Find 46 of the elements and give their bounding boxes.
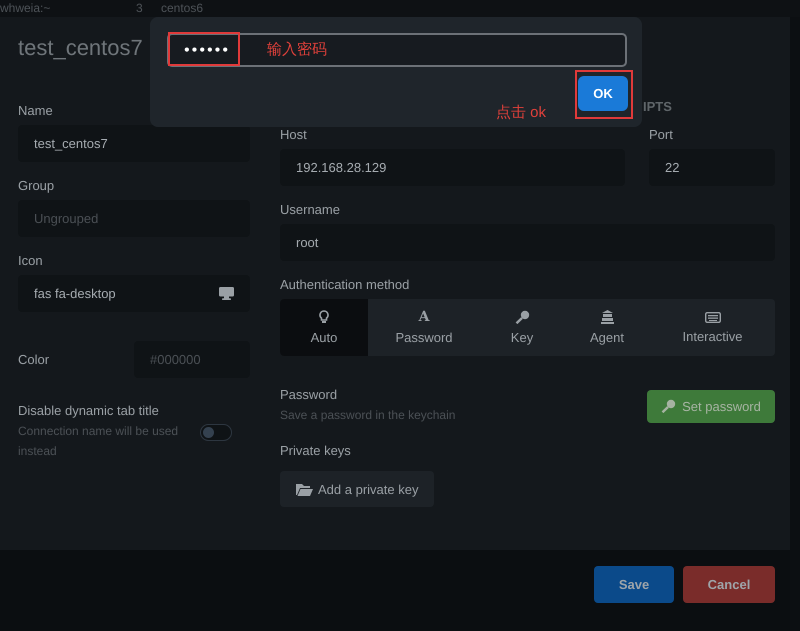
background-tab-label: 3 — [136, 1, 143, 15]
background-tab-label: centos6 — [161, 1, 204, 15]
add-private-key-button[interactable]: Add a private key — [280, 471, 434, 507]
toggle-switch[interactable] — [200, 424, 232, 440]
field-label: Host — [280, 127, 308, 143]
name-field[interactable]: test_centos7 — [18, 125, 250, 162]
color-field[interactable]: #000000 — [134, 341, 250, 378]
highlight-frame — [168, 32, 240, 66]
monitor-icon — [219, 287, 234, 300]
key-icon — [514, 310, 530, 324]
password-hint: Save a password in the keychain — [280, 407, 456, 424]
annotation-text: 点击 ok — [496, 103, 546, 122]
host-field[interactable]: 192.168.28.129 — [280, 149, 625, 186]
ok-button[interactable]: OK — [578, 76, 628, 111]
group-field[interactable]: Ungrouped — [18, 200, 250, 237]
field-label: Color — [18, 352, 50, 368]
auth-method-tab[interactable]: Key — [480, 299, 564, 356]
keyboard-icon — [704, 312, 720, 322]
private-keys-label: Private keys — [280, 443, 352, 459]
auth-method-tab[interactable]: Agent — [564, 299, 650, 356]
field-label: Group — [18, 178, 56, 194]
port-field[interactable]: 22 — [649, 149, 775, 186]
save-button[interactable]: Save — [594, 566, 674, 603]
field-label: Icon — [18, 253, 44, 269]
letter-icon: A — [418, 310, 430, 324]
field-label: Name — [18, 103, 54, 119]
auth-method-tab[interactable]: Auto — [280, 299, 368, 356]
cancel-button[interactable]: Cancel — [683, 566, 775, 603]
lightbulb-icon — [319, 310, 329, 324]
auth-method-tab[interactable]: A Password — [368, 299, 480, 356]
annotation-text: 输入密码 — [267, 40, 327, 59]
folder-icon — [296, 482, 313, 496]
username-field[interactable]: root — [280, 224, 775, 261]
toggle-label: Disable dynamic tab title — [18, 403, 160, 419]
key-icon — [661, 399, 676, 413]
building-icon — [600, 310, 614, 324]
field-label: Port — [649, 127, 674, 143]
password-label: Password — [280, 387, 338, 403]
field-label: Username — [280, 202, 341, 218]
field-label: Authentication method — [280, 277, 410, 293]
highlight-frame — [575, 70, 633, 119]
dialog-title: test_centos7 — [18, 35, 143, 62]
icon-field[interactable]: fas fa-desktop — [18, 275, 250, 312]
toggle-hint: Connection name will be used instead — [18, 423, 180, 460]
auth-method-tab[interactable]: Interactive — [650, 299, 775, 356]
background-tab-label: whweia:~ — [0, 1, 50, 15]
